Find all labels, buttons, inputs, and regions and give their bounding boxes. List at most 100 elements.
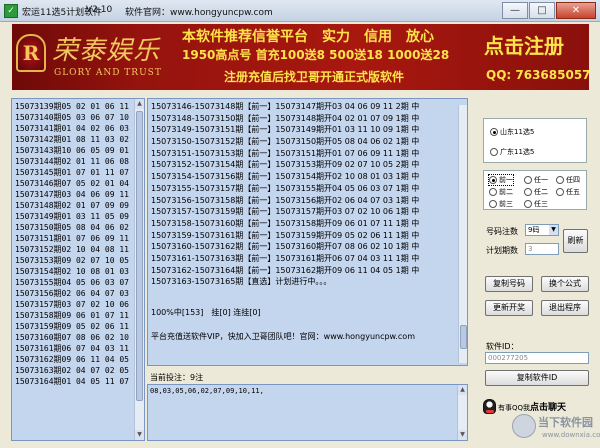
title-bar[interactable]: ✓ 宏运11选5计划软件 V2.10 软件官网：www.hongyuncpw.c… xyxy=(0,0,600,22)
plan-row: 15073159-15073161期【前一】15073159期开09 05 02… xyxy=(151,230,420,240)
plan-promo: 平台充值送软件VIP，快加入卫哥团队吧！官网：www.hongyuncpw.co… xyxy=(151,332,415,341)
software-id-label: 软件ID： xyxy=(486,342,519,351)
history-row: 15073147期03 04 06 09 11 xyxy=(15,190,129,199)
window-controls: — □ ✕ xyxy=(502,2,596,19)
history-panel[interactable]: 15073139期05 02 01 06 11 15073140期05 03 06… xyxy=(11,98,145,441)
mode-option-ren1[interactable]: 任一 xyxy=(524,175,548,185)
bet-scrollbar[interactable]: ▲ ▼ xyxy=(457,385,467,440)
bet-numbers: 08,03,05,06,02,07,09,10,11, xyxy=(150,387,264,395)
change-formula-button[interactable]: 换个公式 xyxy=(541,276,589,292)
scroll-thumb[interactable] xyxy=(136,111,143,401)
plan-row: 15073148-15073150期【前一】15073148期开04 02 01… xyxy=(151,113,420,123)
copy-id-button[interactable]: 复制软件ID xyxy=(485,370,589,386)
plan-row: 15073163-15073165期【直选】计划进行中。。。 xyxy=(151,277,332,287)
mode-option-ren3[interactable]: 任三 xyxy=(524,199,548,209)
history-row: 15073153期09 02 07 10 05 xyxy=(15,256,129,265)
history-row: 15073155期04 05 06 03 07 xyxy=(15,278,129,287)
logo-english-name: GLORY AND TRUST xyxy=(54,68,162,78)
banner-headline: 本软件推荐信誉平台 实力 信用 放心 xyxy=(182,29,434,45)
history-row: 15073164期01 04 05 11 07 xyxy=(15,377,129,386)
chat-prefix: 有事QQ我 xyxy=(498,403,531,412)
radio-icon xyxy=(490,148,498,156)
history-list: 15073139期05 02 01 06 11 15073140期05 03 06… xyxy=(15,101,135,387)
plan-row: 15073162-15073164期【前一】15073162期开09 06 11… xyxy=(151,265,420,275)
refresh-button[interactable]: 刷新 xyxy=(563,229,588,253)
mode-option-qian3[interactable]: 前三 xyxy=(489,199,513,209)
bet-scroll-up-icon[interactable]: ▲ xyxy=(458,385,467,395)
app-icon: ✓ xyxy=(4,4,18,18)
history-row: 15073157期03 07 02 10 06 xyxy=(15,300,129,309)
plan-status: 100%中[153] 挂[0] 连挂[0] xyxy=(151,308,261,317)
history-row: 15073150期05 08 04 06 02 xyxy=(15,223,129,232)
ad-banner[interactable]: R 荣泰娱乐 GLORY AND TRUST 本软件推荐信誉平台 实力 信用 放… xyxy=(12,24,589,90)
history-row: 15073154期02 10 08 01 03 xyxy=(15,267,129,276)
window-site: 软件官网：www.hongyuncpw.com xyxy=(125,8,273,18)
plan-list: 15073146-15073148期【前一】15073147期开03 04 06… xyxy=(151,101,457,288)
lottery-option-shandong[interactable]: 山东11选5 xyxy=(490,127,534,137)
plan-row: 15073155-15073157期【前一】15073155期开04 05 06… xyxy=(151,183,420,193)
logo-chinese-name: 荣泰娱乐 xyxy=(52,36,161,66)
history-row: 15073143期10 06 05 09 01 xyxy=(15,146,129,155)
plan-row: 15073156-15073158期【前一】15073156期开02 06 04… xyxy=(151,195,420,205)
radio-selected-icon xyxy=(490,128,498,136)
plan-scroll-thumb[interactable] xyxy=(460,325,467,349)
minimize-button[interactable]: — xyxy=(502,2,528,19)
lottery-option-guangdong[interactable]: 广东11选5 xyxy=(490,147,534,157)
plan-row: 15073158-15073160期【前一】15073158期开09 06 01… xyxy=(151,218,420,228)
mode-option-ren2[interactable]: 任二 xyxy=(524,187,548,197)
banner-offer: 1950高点号 首充100送8 500送18 1000送28 xyxy=(182,48,450,62)
watermark-cn: 当下软件园 xyxy=(538,416,593,429)
plan-row: 15073160-15073162期【前一】15073160期开07 08 06… xyxy=(151,242,420,252)
update-draw-button[interactable]: 更新开奖 xyxy=(485,300,533,316)
radio-icon xyxy=(556,176,564,184)
mode-option-qian2[interactable]: 前二 xyxy=(489,187,513,197)
radio-icon xyxy=(489,200,497,208)
current-bet-label: 当前投注：9注 xyxy=(150,373,204,382)
history-scrollbar[interactable]: ▲ ▼ xyxy=(134,99,144,440)
maximize-button[interactable]: □ xyxy=(529,2,555,19)
plan-row: 15073161-15073163期【前一】15073161期开06 07 04… xyxy=(151,253,420,263)
history-row: 15073139期05 02 01 06 11 xyxy=(15,102,129,111)
count-value: 9码 xyxy=(528,226,540,234)
history-row: 15073163期02 04 07 02 05 xyxy=(15,366,129,375)
plan-row: 15073157-15073159期【前一】15073157期开03 07 02… xyxy=(151,207,420,217)
scroll-up-icon[interactable]: ▲ xyxy=(135,99,144,109)
history-row: 15073146期07 05 02 01 04 xyxy=(15,179,129,188)
plan-scroll-track[interactable] xyxy=(458,105,467,363)
logo-seal-icon: R xyxy=(16,34,46,72)
history-row: 15073140期05 03 06 07 10 xyxy=(15,113,129,122)
brand-logo: R 荣泰娱乐 GLORY AND TRUST xyxy=(14,28,174,86)
plan-panel[interactable]: 15073146-15073148期【前一】15073147期开03 04 06… xyxy=(147,98,468,366)
count-label: 号码注数 xyxy=(486,227,518,236)
plan-scrollbar[interactable] xyxy=(458,105,467,363)
scroll-down-icon[interactable]: ▼ xyxy=(135,430,144,440)
software-id-field[interactable]: 000277205 xyxy=(485,352,589,364)
period-input[interactable]: 3 xyxy=(525,243,559,255)
exit-button[interactable]: 退出程序 xyxy=(541,300,589,316)
history-row: 15073149期01 03 11 05 09 xyxy=(15,212,129,221)
history-row: 15073152期02 10 04 08 11 xyxy=(15,245,129,254)
close-button[interactable]: ✕ xyxy=(556,2,596,19)
plan-row: 15073151-15073153期【前一】15073151期开01 07 06… xyxy=(151,148,420,158)
plan-row: 15073152-15073154期【前一】15073153期开09 02 07… xyxy=(151,160,420,170)
history-row: 15073160期07 08 06 02 10 xyxy=(15,333,129,342)
history-row: 15073141期01 04 02 06 03 xyxy=(15,124,129,133)
chevron-down-icon: ▼ xyxy=(549,225,558,235)
register-link[interactable]: 点击注册 xyxy=(484,30,564,59)
history-row: 15073156期02 06 04 07 03 xyxy=(15,289,129,298)
history-row: 15073159期09 05 02 06 11 xyxy=(15,322,129,331)
radio-icon xyxy=(524,188,532,196)
mode-option-ren4[interactable]: 任四 xyxy=(556,175,580,185)
history-row: 15073145期01 07 01 11 07 xyxy=(15,168,129,177)
plan-row: 15073150-15073152期【前一】15073150期开05 08 04… xyxy=(151,137,420,147)
copy-numbers-button[interactable]: 复制号码 xyxy=(485,276,533,292)
mode-option-ren5[interactable]: 任五 xyxy=(556,187,580,197)
bet-scroll-down-icon[interactable]: ▼ xyxy=(458,430,467,440)
plan-row: 15073149-15073151期【前一】15073149期开01 03 11… xyxy=(151,125,420,135)
history-row: 15073144期02 01 11 06 08 xyxy=(15,157,129,166)
history-row: 15073162期09 06 11 04 05 xyxy=(15,355,129,364)
count-select[interactable]: 9码 ▼ xyxy=(525,224,559,236)
mode-option-qian1[interactable]: 前一 xyxy=(488,174,514,186)
bet-panel[interactable]: 08,03,05,06,02,07,09,10,11, ▲ ▼ xyxy=(147,384,468,441)
window-version: V2.10 xyxy=(86,5,113,15)
